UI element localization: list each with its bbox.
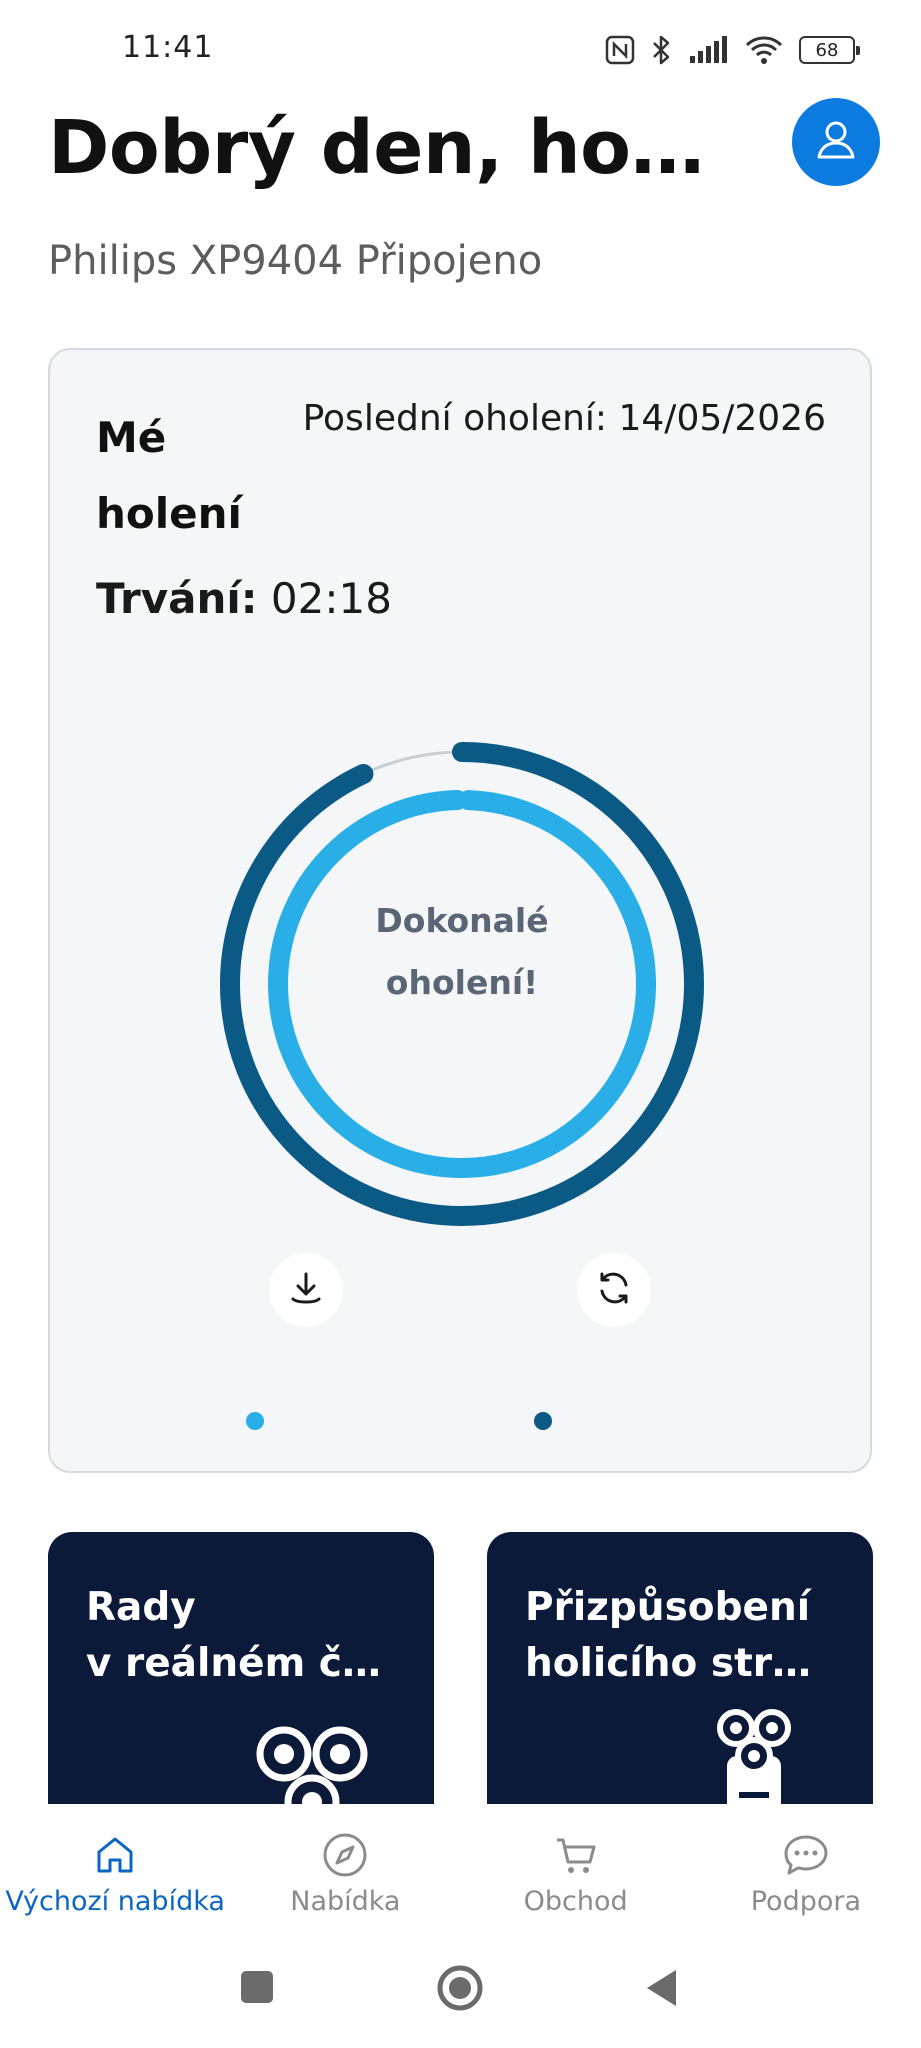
nav-item-explore[interactable]: Nabídka <box>230 1804 460 1926</box>
my-shave-card[interactable]: Mé holení Poslední oholení: 14/05/2026 T… <box>48 348 872 1473</box>
nav-label-shop: Obchod <box>523 1886 628 1917</box>
home-circle-icon <box>437 1965 483 2011</box>
signal-icon <box>689 36 729 64</box>
tile-title-line1: Rady <box>86 1585 196 1630</box>
tile-title: Přizpůsobení holicího str… <box>525 1580 811 1692</box>
legend-dot-inner <box>246 1412 264 1430</box>
legend-dot-outer <box>534 1412 552 1430</box>
recents-button[interactable] <box>240 1970 274 2008</box>
last-shave-label: Poslední oholení: <box>302 398 608 439</box>
download-button[interactable] <box>269 1253 343 1327</box>
nav-label-home: Výchozí nabídka <box>5 1886 225 1917</box>
nav-item-home[interactable]: Výchozí nabídka <box>0 1804 230 1926</box>
wifi-icon <box>745 35 783 65</box>
tile-title-line2: v reálném č… <box>86 1641 381 1686</box>
shaver-head-icon <box>256 1726 368 1812</box>
duration: Trvání: 02:18 <box>96 574 392 623</box>
nav-label-support: Podpora <box>750 1886 862 1917</box>
last-shave-date: 14/05/2026 <box>618 398 827 439</box>
legend-item-outer <box>534 1410 552 1432</box>
person-icon <box>811 115 861 169</box>
nav-label-explore: Nabídka <box>290 1886 401 1917</box>
download-icon <box>286 1268 326 1312</box>
chat-icon <box>782 1830 830 1880</box>
bottom-nav: Výchozí nabídka Nabídka Obchod Podpora <box>0 1804 921 1926</box>
recents-icon <box>241 1971 273 2003</box>
status-icons: 68 <box>605 30 860 70</box>
tile-title-line2: holicího str… <box>525 1641 812 1686</box>
back-button[interactable] <box>644 1968 678 2012</box>
status-bar: 11:41 68 <box>0 0 921 100</box>
home-system-button[interactable] <box>436 1964 484 2016</box>
card-title: Mé holení <box>96 413 242 538</box>
shave-result-text: Dokonalé oholení! <box>212 890 712 1014</box>
status-time: 11:41 <box>122 30 214 65</box>
last-shave: Poslední oholení: 14/05/2026 <box>303 398 826 439</box>
shaver-icon <box>717 1709 791 1812</box>
home-icon <box>93 1830 137 1880</box>
profile-button[interactable] <box>792 98 880 186</box>
duration-value: 02:18 <box>270 574 392 623</box>
refresh-button[interactable] <box>577 1253 651 1327</box>
shaver-customization-tile[interactable]: Přizpůsobení holicího str… <box>487 1532 873 1812</box>
nav-item-support[interactable]: Podpora <box>691 1804 921 1926</box>
shave-result-line1: Dokonalé <box>375 901 549 940</box>
greeting-title: Dobrý den, host… <box>48 105 748 191</box>
back-triangle-icon <box>647 1970 676 2006</box>
refresh-icon <box>594 1268 634 1312</box>
tile-title-line1: Přizpůsobení <box>525 1585 811 1630</box>
tile-title: Rady v reálném č… <box>86 1580 381 1692</box>
bluetooth-icon <box>651 34 673 66</box>
duration-label: Trvání: <box>96 574 258 623</box>
device-status: Philips XP9404 Připojeno <box>48 238 543 284</box>
realtime-tips-tile[interactable]: Rady v reálném č… <box>48 1532 434 1812</box>
cart-icon <box>553 1830 599 1880</box>
nfc-icon <box>605 35 635 65</box>
legend-item-inner <box>246 1410 264 1432</box>
battery-icon: 68 <box>799 36 860 64</box>
nav-item-shop[interactable]: Obchod <box>461 1804 691 1926</box>
compass-icon <box>322 1830 368 1880</box>
shave-result-line2: oholení! <box>385 963 539 1002</box>
